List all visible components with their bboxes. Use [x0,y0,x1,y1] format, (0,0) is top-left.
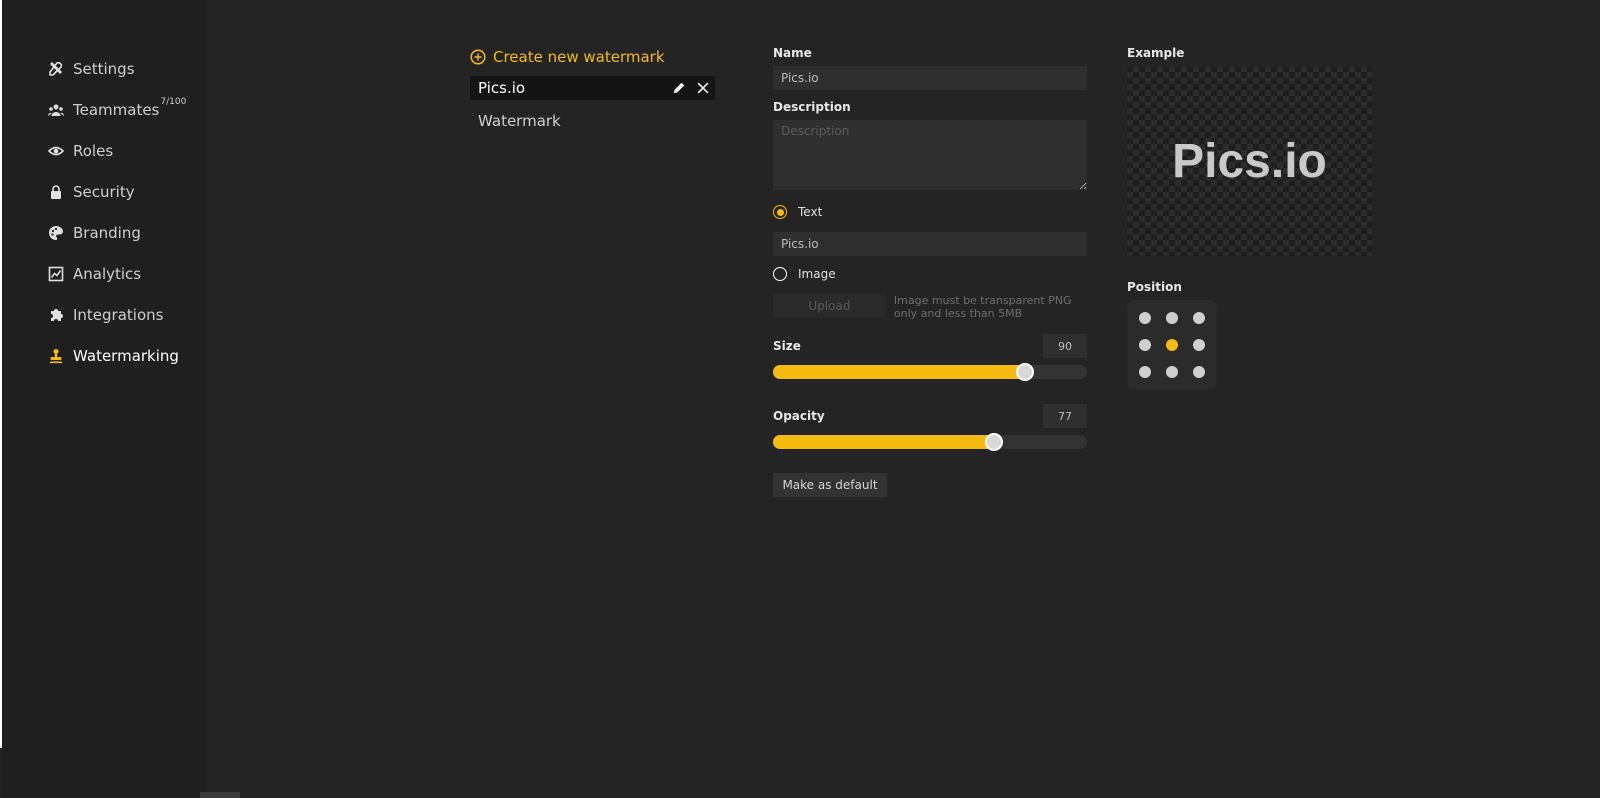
create-watermark-label: Create new watermark [493,48,665,66]
watermark-text-input[interactable] [773,232,1087,256]
sidebar-item-settings[interactable]: Settings [2,48,205,89]
column-divider [745,0,746,798]
text-option[interactable]: Text [773,202,1087,222]
eye-icon [47,142,65,160]
opacity-value-input[interactable]: 77 [1043,404,1087,428]
sidebar-item-analytics[interactable]: Analytics [2,253,205,294]
sidebar-list: Settings Teammates 7/100 Roles Security [2,0,205,376]
example-panel: Example Pics.io Position [1127,46,1372,390]
opacity-label: Opacity [773,409,825,423]
position-middle-left[interactable] [1131,331,1158,358]
lock-icon [47,183,65,201]
puzzle-icon [47,306,65,324]
watermark-item-label: Pics.io [478,79,526,97]
size-header: Size 90 [773,334,1087,358]
position-label: Position [1127,280,1182,294]
position-center[interactable] [1158,331,1185,358]
text-radio[interactable] [773,205,787,219]
sidebar-item-teammates[interactable]: Teammates 7/100 [2,89,205,130]
position-bottom-left[interactable] [1131,359,1158,386]
size-slider-thumb[interactable] [1016,363,1034,381]
opacity-slider[interactable] [773,433,1087,451]
create-watermark-link[interactable]: Create new watermark [470,44,715,70]
sidebar-item-security[interactable]: Security [2,171,205,212]
example-label: Example [1127,46,1185,60]
stamp-icon [47,347,65,365]
image-option-label: Image [798,267,836,281]
size-value-input[interactable]: 90 [1043,334,1087,358]
sidebar-item-label: Settings [73,59,135,78]
sidebar-item-label: Roles [73,141,114,160]
sidebar: Settings Teammates 7/100 Roles Security [2,0,205,798]
sidebar-item-label: Security [73,182,135,201]
close-icon [697,82,709,94]
image-radio[interactable] [773,267,787,281]
preview-text: Pics.io [1172,134,1327,188]
watermark-form: Name Description Text Image Upload Image… [773,44,1087,497]
palette-icon [47,224,65,242]
position-bottom-right[interactable] [1186,359,1213,386]
description-input[interactable] [773,120,1087,190]
plus-circle-icon [470,49,486,65]
upload-hint: Image must be transparent PNG only and l… [893,294,1072,320]
edit-watermark-button[interactable] [667,76,691,100]
image-option[interactable]: Image [773,264,1087,284]
sidebar-item-label: Branding [73,223,141,242]
size-slider[interactable] [773,363,1087,381]
position-top-center[interactable] [1158,304,1185,331]
watermark-item-label: Watermark [478,112,561,130]
sidebar-item-label: Integrations [73,305,164,324]
watermark-item[interactable]: Pics.io [470,76,715,100]
teammates-count-badge: 7/100 [160,96,187,107]
sidebar-item-integrations[interactable]: Integrations [2,294,205,335]
watermark-preview: Pics.io [1127,66,1372,256]
delete-watermark-button[interactable] [691,76,715,100]
sidebar-item-label: Teammates [73,100,160,119]
opacity-slider-fill [773,435,994,449]
position-grid [1127,300,1217,390]
sidebar-item-label: Watermarking [73,346,179,365]
size-slider-fill [773,365,1025,379]
opacity-slider-thumb[interactable] [985,433,1003,451]
sidebar-item-branding[interactable]: Branding [2,212,205,253]
bottom-scroll-handle[interactable] [200,792,240,798]
upload-button[interactable]: Upload [773,294,886,318]
text-option-label: Text [798,205,823,219]
name-label: Name [773,46,812,60]
tools-icon [47,60,65,78]
sidebar-item-watermarking[interactable]: Watermarking [2,335,205,376]
position-middle-right[interactable] [1186,331,1213,358]
position-bottom-center[interactable] [1158,359,1185,386]
description-label: Description [773,100,851,114]
watermark-list: Create new watermark Pics.io Watermark [470,44,715,133]
size-label: Size [773,339,801,353]
make-default-button[interactable]: Make as default [773,473,887,497]
sidebar-item-roles[interactable]: Roles [2,130,205,171]
pencil-icon [673,82,685,94]
users-icon [47,101,65,119]
position-top-right[interactable] [1186,304,1213,331]
sidebar-item-label: Analytics [73,264,142,283]
name-input[interactable] [773,66,1087,90]
opacity-header: Opacity 77 [773,404,1087,428]
upload-row: Upload Image must be transparent PNG onl… [773,294,1087,320]
chart-icon [47,265,65,283]
watermark-item[interactable]: Watermark [470,109,715,133]
position-top-left[interactable] [1131,304,1158,331]
